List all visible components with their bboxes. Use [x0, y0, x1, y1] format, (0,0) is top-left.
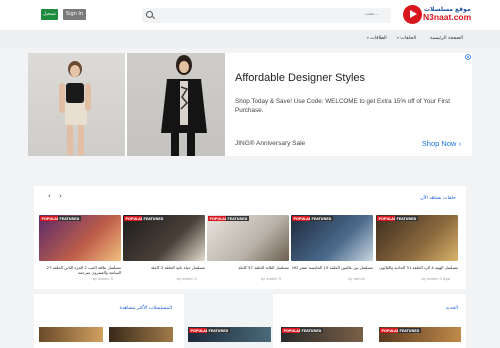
- card-thumbnail[interactable]: POPULAR FEATURED: [39, 215, 121, 261]
- card-title[interactable]: مسلسل حياة ثانية الحلقة 2 كاملة: [123, 265, 205, 270]
- register-button[interactable]: تسجيل: [41, 9, 58, 20]
- search-placeholder: بحث...: [364, 11, 379, 17]
- card-meta: by admin 5: [92, 277, 113, 281]
- featured-badge: FEATURED: [226, 216, 249, 221]
- card-title[interactable]: مسلسل علاقة الحب 2 الجزء الثاني الحلقة 2…: [39, 265, 121, 275]
- series-card[interactable]: POPULAR FEATURED مسلسل الهيبة 4 الرد الحلق…: [376, 215, 458, 281]
- ad-image-model-1[interactable]: [28, 53, 125, 156]
- card-meta: by admin: [348, 277, 365, 281]
- ad-banner[interactable]: Affordable Designer Styles Shop Today & …: [28, 53, 472, 156]
- card-meta: by admin 5: [260, 277, 281, 281]
- nav-item-home[interactable]: الصفحة الرئيسية: [430, 36, 463, 41]
- adchoices-icon[interactable]: [465, 54, 471, 60]
- ad-photo-2: [161, 55, 207, 156]
- logo-play-icon: [403, 5, 422, 24]
- main-nav: الصفحة الرئيسية ▾ الحلقات ▾ الطاقات: [0, 30, 500, 48]
- shop-now-label: Shop Now: [421, 139, 457, 148]
- card-thumbnail[interactable]: POPULAR FEATURED: [207, 215, 289, 261]
- card-thumbnail[interactable]: POPULAR FEATURED: [376, 215, 458, 261]
- featured-badge: FEATURED: [300, 328, 323, 333]
- chevron-down-icon: ▾: [397, 36, 399, 40]
- site-header: موقع مسلسلات N3naat.com بحث... Sign In ت…: [0, 0, 500, 30]
- card-title[interactable]: مسلسل بين عالمين الحلقة 15 الخامسة عشر H…: [291, 265, 373, 270]
- shop-now-link[interactable]: Shop Now ›: [422, 139, 461, 148]
- section-title: حلقات تشاهد الآن: [420, 196, 456, 201]
- section-title: الجديد: [445, 306, 458, 311]
- search-input[interactable]: بحث...: [142, 8, 391, 23]
- shop-arrow-icon: ›: [458, 139, 462, 148]
- card-thumbnail[interactable]: [39, 327, 103, 342]
- nav-item-episodes[interactable]: ▾ الحلقات: [397, 36, 416, 41]
- card-thumbnail[interactable]: POPULAR FEATURED: [281, 327, 363, 342]
- ad-brand: JING® Anniversary Sale: [235, 140, 306, 147]
- series-card[interactable]: POPULAR FEATURED مسلسل حياة ثانية الحلقة 2…: [123, 215, 205, 281]
- chevron-right-icon[interactable]: ›: [59, 192, 65, 200]
- now-watching-section: حلقات تشاهد الآن ‹ › POPULAR FEATURED مسلس…: [34, 186, 466, 289]
- section-title: المسلسلات الأكثر مشاهدة: [119, 306, 172, 311]
- ad-image-model-2[interactable]: [127, 53, 225, 156]
- most-viewed-section: المسلسلات الأكثر مشاهدة: [34, 294, 184, 348]
- search-icon[interactable]: [146, 11, 153, 18]
- site-logo[interactable]: موقع مسلسلات N3naat.com: [403, 5, 471, 25]
- nav-item-seasons[interactable]: ▾ الطاقات: [367, 36, 387, 41]
- card-thumbnail[interactable]: POPULAR FEATURED: [188, 327, 271, 342]
- featured-badge: FEATURED: [207, 328, 230, 333]
- featured-badge: FEATURED: [310, 216, 333, 221]
- chevron-left-icon[interactable]: ‹: [48, 192, 54, 200]
- card-meta: by admin 4 Ago: [421, 277, 450, 281]
- card-thumbnail[interactable]: POPULAR FEATURED: [291, 215, 373, 261]
- card-title[interactable]: مسلسل الثلاثة الحلقة 57 كاملة: [207, 265, 289, 270]
- featured-badge: FEATURED: [395, 216, 418, 221]
- card-thumbnail[interactable]: POPULAR FEATURED: [123, 215, 205, 261]
- logo-text: N3naat.com: [423, 12, 472, 22]
- ad-photo-1: [59, 61, 91, 155]
- featured-badge: FEATURED: [142, 216, 165, 221]
- ad-description: Shop Today & Save! Use Code: WELCOME to …: [235, 98, 451, 114]
- nav-item-label: الحلقات: [400, 36, 417, 41]
- carousel-arrows: ‹ ›: [48, 192, 65, 200]
- featured-badge: FEATURED: [58, 216, 81, 221]
- chevron-down-icon: ▾: [367, 36, 369, 40]
- ad-text: Affordable Designer Styles Shop Today & …: [235, 53, 472, 156]
- nav-item-label: الصفحة الرئيسية: [430, 36, 464, 41]
- card-thumbnail[interactable]: [109, 327, 173, 342]
- series-card[interactable]: POPULAR FEATURED مسلسل علاقة الحب 2 الجزء …: [39, 215, 121, 281]
- signin-button[interactable]: Sign In: [63, 9, 86, 20]
- nav-item-label: الطاقات: [370, 36, 387, 41]
- featured-badge: FEATURED: [398, 328, 421, 333]
- card-meta: by admin 2: [176, 277, 197, 281]
- card-title[interactable]: مسلسل الهيبة 4 الرد الحلقة 31 الحادية وا…: [376, 265, 458, 270]
- ad-title[interactable]: Affordable Designer Styles: [235, 72, 365, 84]
- new-section: الجديد POPULAR FEATURED POPULAR FEATURED: [273, 294, 466, 348]
- series-card[interactable]: POPULAR FEATURED مسلسل الثلاثة الحلقة 57 ك…: [207, 215, 289, 281]
- card-thumbnail[interactable]: POPULAR FEATURED: [379, 327, 461, 342]
- series-card[interactable]: POPULAR FEATURED مسلسل بين عالمين الحلقة 1…: [291, 215, 373, 281]
